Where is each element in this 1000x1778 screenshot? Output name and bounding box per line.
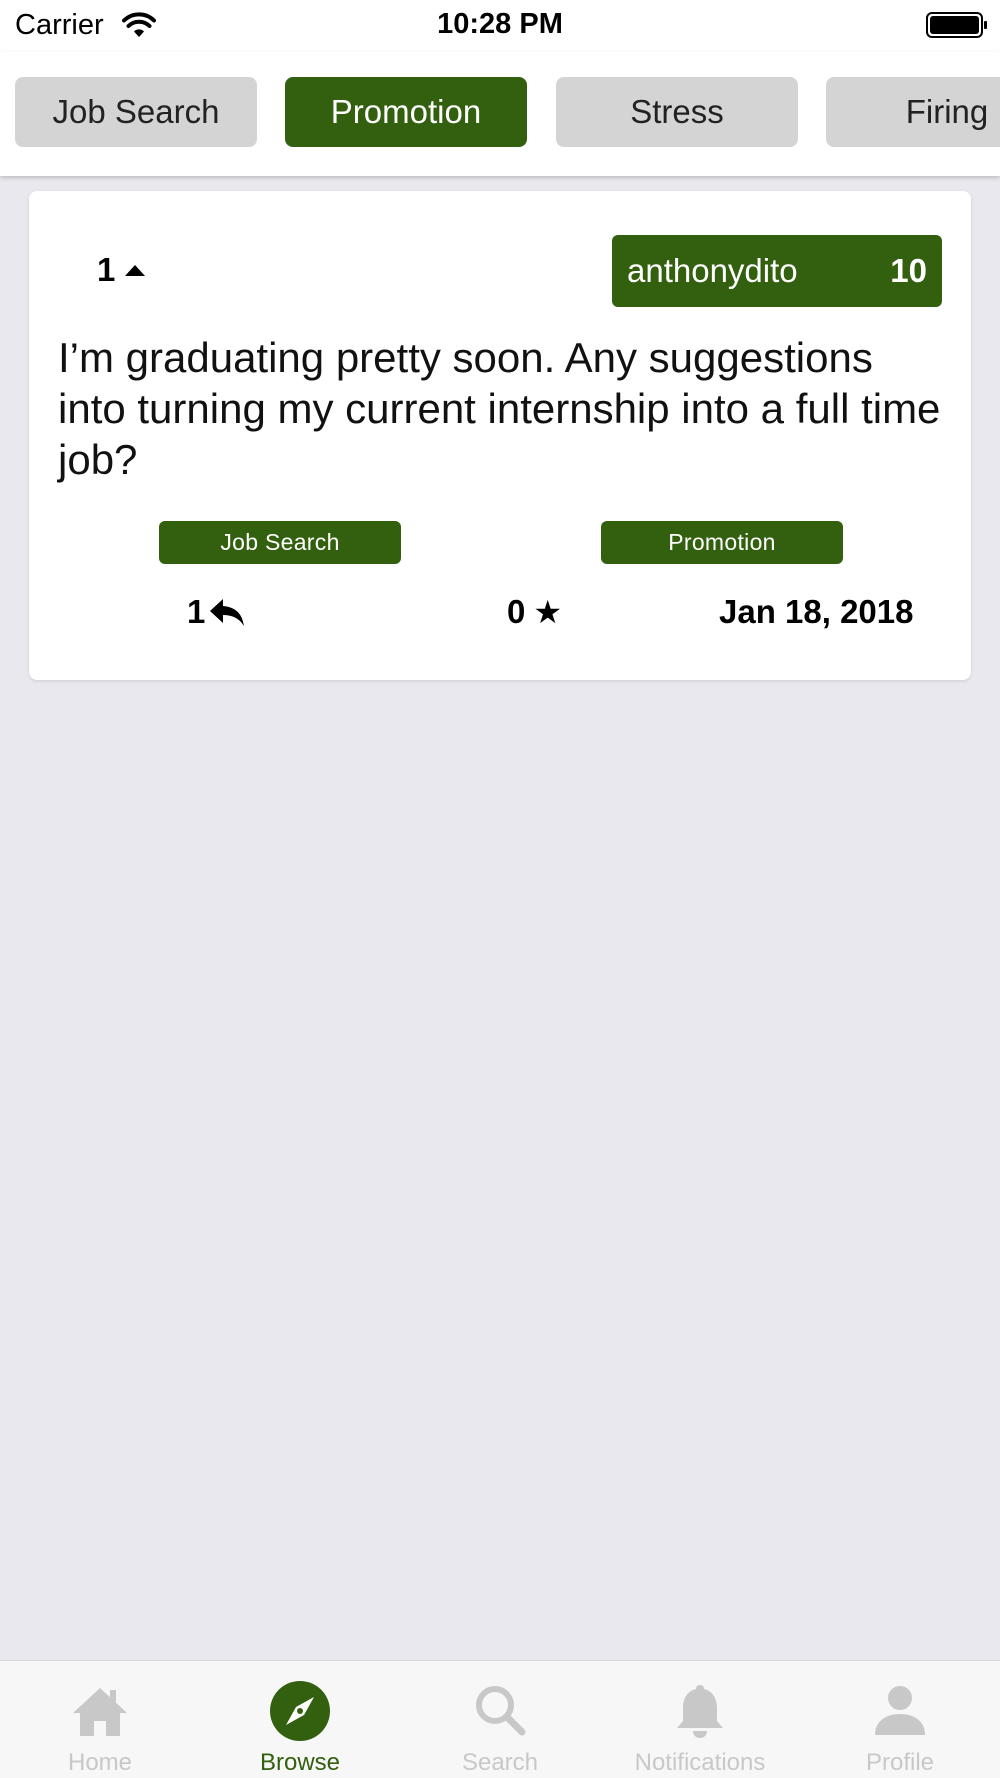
- tab-profile-label: Profile: [865, 1749, 935, 1776]
- battery-icon: [926, 12, 987, 38]
- star-count: 0: [507, 593, 526, 630]
- compass-icon: [270, 1681, 330, 1741]
- status-bar: Carrier 10:28 PM: [0, 0, 1000, 52]
- category-stress-button[interactable]: Stress: [556, 77, 798, 147]
- star-icon: ★: [533, 593, 563, 631]
- tab-home-label: Home: [67, 1749, 133, 1776]
- person-icon: [875, 1686, 925, 1735]
- status-time: 10:28 PM: [437, 8, 563, 40]
- search-icon: [476, 1686, 526, 1736]
- upvote-count: 1: [97, 251, 116, 288]
- star-control[interactable]: 0 ★: [507, 593, 562, 631]
- reply-icon: [210, 599, 245, 626]
- post-date: Jan 18, 2018: [719, 593, 914, 630]
- tab-search-label: Search: [461, 1749, 539, 1776]
- tab-home[interactable]: Home: [0, 1661, 200, 1778]
- category-filter-bar: Job Search Promotion Stress Firing: [0, 52, 1000, 176]
- category-promotion-button[interactable]: Promotion: [285, 77, 527, 147]
- reply-control[interactable]: 1: [187, 593, 245, 631]
- category-job-search-button[interactable]: Job Search: [15, 77, 257, 147]
- tab-bar: Home Browse Search Notifications Profile: [0, 1660, 1000, 1778]
- post-tag-job-search[interactable]: Job Search: [159, 521, 401, 564]
- upvote-control[interactable]: 1: [97, 251, 146, 289]
- author-badge[interactable]: anthonydito 10: [612, 235, 942, 307]
- upvote-arrow-icon[interactable]: [125, 264, 146, 276]
- author-name: anthonydito: [627, 252, 798, 289]
- tab-notifications-label: Notifications: [634, 1749, 766, 1776]
- category-firing-button[interactable]: Firing: [826, 77, 1000, 147]
- author-score: 10: [890, 252, 927, 289]
- tab-browse[interactable]: Browse: [200, 1661, 400, 1778]
- post-card[interactable]: 1 anthonydito 10 I’m graduating pretty s…: [29, 191, 971, 680]
- tab-profile[interactable]: Profile: [800, 1661, 1000, 1778]
- reply-count: 1: [187, 593, 206, 630]
- post-body: I’m graduating pretty soon. Any suggesti…: [58, 334, 941, 483]
- tab-notifications[interactable]: Notifications: [600, 1661, 800, 1778]
- tab-search[interactable]: Search: [400, 1661, 600, 1778]
- post-tag-promotion[interactable]: Promotion: [601, 521, 843, 564]
- tab-browse-label: Browse: [259, 1749, 341, 1776]
- bell-icon: [677, 1685, 723, 1738]
- home-icon: [73, 1688, 127, 1736]
